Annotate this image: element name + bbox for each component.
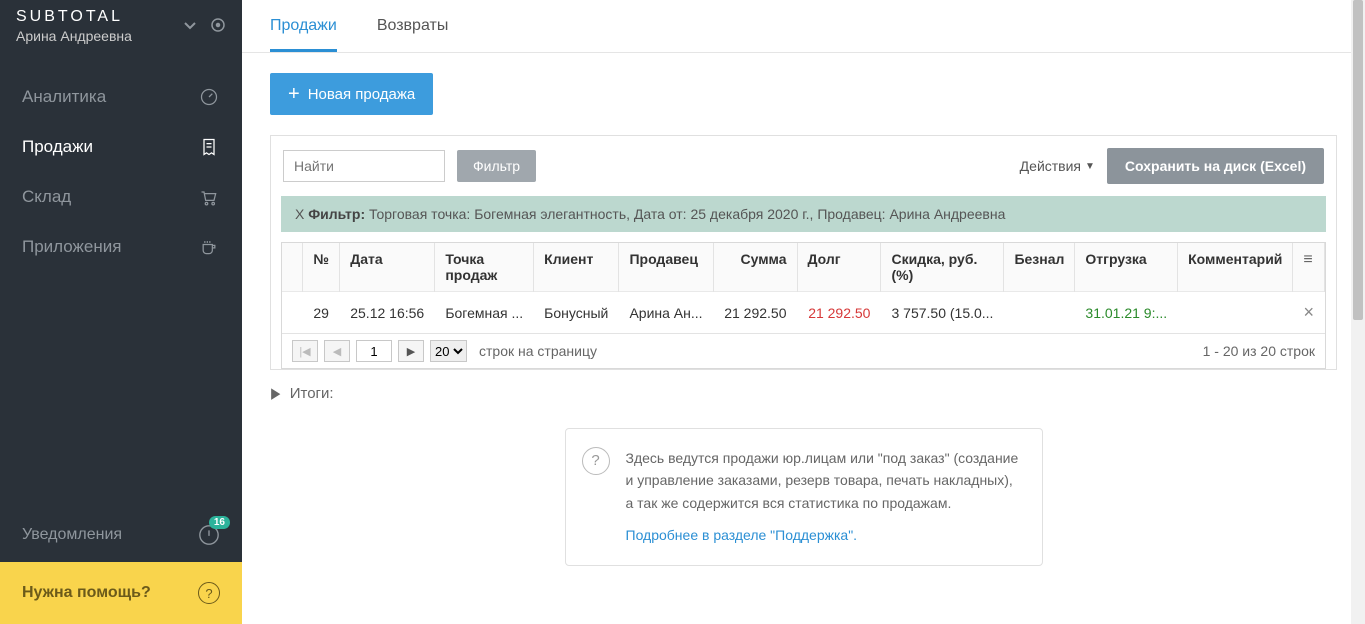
toolbar: Фильтр Действия ▼ Сохранить на диск (Exc… — [271, 136, 1336, 196]
chevron-down-icon[interactable] — [182, 17, 198, 36]
col-debt[interactable]: Долг — [797, 243, 881, 292]
triangle-right-icon: ▶ — [271, 384, 280, 402]
nav-warehouse[interactable]: Склад — [0, 172, 242, 222]
table-row[interactable]: 29 25.12 16:56 Богемная ... Бонусный Ари… — [282, 292, 1325, 334]
cell-cashless — [1004, 292, 1075, 334]
save-excel-button[interactable]: Сохранить на диск (Excel) — [1107, 148, 1324, 184]
gauge-icon — [198, 86, 220, 108]
nav-notifications[interactable]: Уведомления 16 — [0, 508, 242, 562]
col-shipment[interactable]: Отгрузка — [1075, 243, 1178, 292]
receipt-icon — [198, 136, 220, 158]
nav-help[interactable]: Нужна помощь? ? — [0, 562, 242, 624]
col-num[interactable]: № — [303, 243, 340, 292]
pager-first-button[interactable]: |◀ — [292, 340, 318, 362]
target-icon[interactable] — [210, 17, 226, 36]
col-select[interactable] — [282, 243, 303, 292]
clear-filter-icon[interactable]: X — [295, 206, 304, 222]
help-label: Нужна помощь? — [22, 584, 151, 602]
pager-next-button[interactable]: ▶ — [398, 340, 424, 362]
new-sale-button[interactable]: + Новая продажа — [270, 73, 433, 115]
col-cashless[interactable]: Безнал — [1004, 243, 1075, 292]
cell-client: Бонусный — [534, 292, 619, 334]
col-discount[interactable]: Скидка, руб. (%) — [881, 243, 1004, 292]
plus-icon: + — [288, 84, 300, 104]
cell-shipment: 31.01.21 9:... — [1075, 292, 1178, 334]
cell-point: Богемная ... — [435, 292, 534, 334]
pager-size-select[interactable]: 20 — [430, 340, 467, 362]
search-input[interactable] — [283, 150, 445, 182]
panel: Фильтр Действия ▼ Сохранить на диск (Exc… — [270, 135, 1337, 370]
cell-seller: Арина Ан... — [619, 292, 713, 334]
triangle-down-icon: ▼ — [1085, 161, 1095, 172]
tab-sales[interactable]: Продажи — [270, 17, 337, 52]
pager-page-input[interactable] — [356, 340, 392, 362]
col-sum[interactable]: Сумма — [713, 243, 797, 292]
question-icon: ? — [582, 447, 610, 475]
actions-dropdown[interactable]: Действия ▼ — [1020, 158, 1095, 174]
help-link[interactable]: Подробнее в разделе "Поддержка". — [626, 527, 858, 543]
cell-sum: 21 292.50 — [713, 292, 797, 334]
nav-label: Аналитика — [22, 87, 106, 107]
col-comment[interactable]: Комментарий — [1178, 243, 1293, 292]
filter-text: Торговая точка: Богемная элегантность, Д… — [369, 206, 1005, 222]
scrollbar[interactable] — [1351, 0, 1365, 624]
main: Продажи Возвраты + Новая продажа Фильтр … — [242, 0, 1365, 624]
nav-sales[interactable]: Продажи — [0, 122, 242, 172]
sidebar-header: SUBTOTAL Арина Андреевна — [0, 0, 242, 52]
col-client[interactable]: Клиент — [534, 243, 619, 292]
pager-per-page-label: строк на страницу — [479, 343, 597, 359]
nav-label: Склад — [22, 187, 71, 207]
scrollbar-thumb[interactable] — [1353, 0, 1363, 320]
totals-toggle[interactable]: ▶ Итоги: — [270, 384, 1337, 402]
filter-button[interactable]: Фильтр — [457, 150, 536, 182]
pager-info: 1 - 20 из 20 строк — [1203, 343, 1315, 359]
pager-prev-button[interactable]: ◀ — [324, 340, 350, 362]
filter-bar: X Фильтр: Торговая точка: Богемная элега… — [281, 196, 1326, 232]
cell-date: 25.12 16:56 — [340, 292, 435, 334]
help-box: ? Здесь ведутся продажи юр.лицам или "по… — [565, 428, 1043, 566]
nav-apps[interactable]: Приложения — [0, 222, 242, 272]
col-point[interactable]: Точка продаж — [435, 243, 534, 292]
help-text: Здесь ведутся продажи юр.лицам или "под … — [626, 447, 1024, 514]
nav-analytics[interactable]: Аналитика — [0, 72, 242, 122]
cart-icon — [198, 186, 220, 208]
col-seller[interactable]: Продавец — [619, 243, 713, 292]
cell-debt: 21 292.50 — [797, 292, 881, 334]
cell-num: 29 — [303, 292, 340, 334]
notifications-badge: 16 — [209, 516, 230, 529]
table-header-row: № Дата Точка продаж Клиент Продавец Сумм… — [282, 243, 1325, 292]
col-menu[interactable]: ≡ — [1293, 243, 1325, 292]
tab-returns[interactable]: Возвраты — [377, 17, 449, 52]
cup-icon — [198, 236, 220, 258]
new-sale-label: Новая продажа — [308, 86, 416, 103]
notifications-label: Уведомления — [22, 526, 122, 544]
username: Арина Андреевна — [16, 28, 132, 44]
pager: |◀ ◀ ▶ 20 строк на страницу 1 - 20 из 20… — [282, 333, 1325, 368]
hamburger-icon[interactable]: ≡ — [1303, 251, 1312, 268]
nav-label: Продажи — [22, 137, 93, 157]
nav-label: Приложения — [22, 237, 121, 257]
question-icon: ? — [198, 582, 220, 604]
alert-icon: 16 — [198, 524, 220, 546]
close-icon[interactable]: × — [1303, 302, 1314, 322]
actions-label: Действия — [1020, 158, 1081, 174]
tabs: Продажи Возвраты — [242, 0, 1365, 53]
cell-discount: 3 757.50 (15.0... — [881, 292, 1004, 334]
cell-comment — [1178, 292, 1293, 334]
sidebar: SUBTOTAL Арина Андреевна Аналитика П — [0, 0, 242, 624]
col-date[interactable]: Дата — [340, 243, 435, 292]
filter-prefix: Фильтр: — [308, 206, 365, 222]
table: № Дата Точка продаж Клиент Продавец Сумм… — [281, 242, 1326, 369]
nav: Аналитика Продажи Склад Приложения — [0, 72, 242, 508]
brand: SUBTOTAL — [16, 8, 132, 26]
totals-label: Итоги: — [290, 385, 334, 402]
